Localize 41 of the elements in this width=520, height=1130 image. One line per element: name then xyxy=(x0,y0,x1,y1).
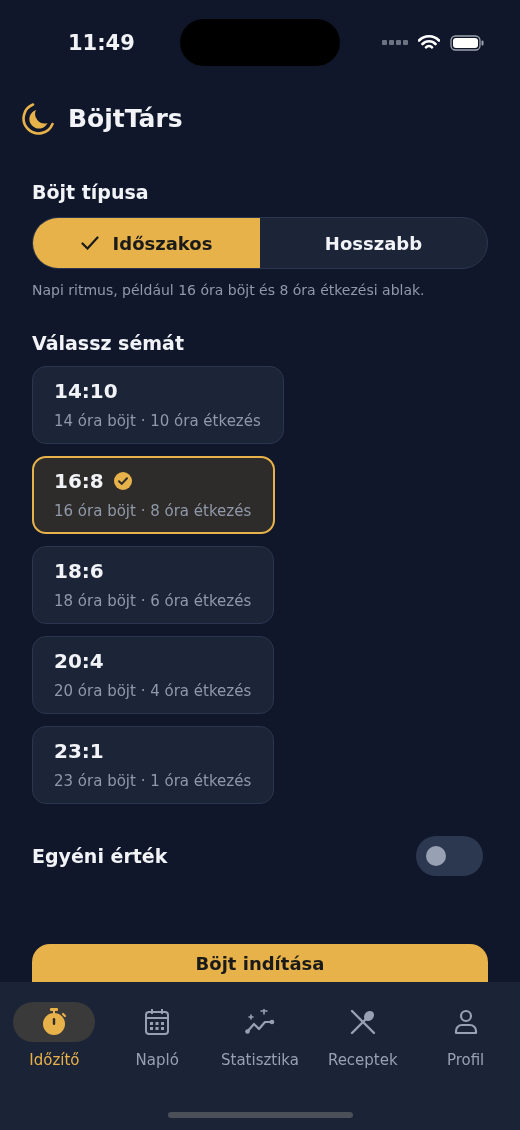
status-time: 11:49 xyxy=(68,30,136,55)
tab-bar-item[interactable]: Receptek xyxy=(311,1002,415,1069)
person-icon xyxy=(453,1009,478,1035)
plan-detail: 18 óra böjt · 6 óra étkezés xyxy=(54,592,252,610)
fork-spoon-icon xyxy=(349,1009,376,1035)
plan-card[interactable]: 14:10 14 óra böjt · 10 óra étkezés xyxy=(32,366,284,444)
tab-bar-item[interactable]: Statisztika xyxy=(208,1002,312,1069)
plan-detail: 14 óra böjt · 10 óra étkezés xyxy=(54,412,261,430)
signal-icon xyxy=(382,39,408,46)
battery-icon xyxy=(450,34,484,51)
plan-ratio: 14:10 xyxy=(54,379,118,403)
plan-ratio: 23:1 xyxy=(54,739,104,763)
sparkle-chart-icon xyxy=(245,1009,275,1035)
app-title: BöjtTárs xyxy=(68,103,183,133)
check-circle-icon xyxy=(113,472,132,490)
plan-card[interactable]: 20:4 20 óra böjt · 4 óra étkezés xyxy=(32,636,275,714)
plan-card[interactable]: 23:1 23 óra böjt · 1 óra étkezés xyxy=(32,726,275,804)
segment-tab[interactable]: Hosszabb xyxy=(260,218,487,268)
toggle-label: Egyéni érték xyxy=(32,845,168,867)
type-description: Napi ritmus, például 16 óra böjt és 8 óra étkezési ablak. xyxy=(32,282,426,298)
segment-tab[interactable]: Időszakos xyxy=(33,218,260,268)
tab-bar-item[interactable]: Napló xyxy=(105,1002,209,1069)
plan-ratio: 20:4 xyxy=(54,649,104,673)
plan-card[interactable]: 16:8 16 óra böjt · 8 óra étkezés xyxy=(32,456,276,534)
moon-icon xyxy=(22,101,56,135)
plan-detail: 16 óra böjt · 8 óra étkezés xyxy=(54,502,252,520)
plan-ratio: 18:6 xyxy=(54,559,104,583)
section-heading: Válassz sémát xyxy=(32,332,185,354)
toggle-switch[interactable] xyxy=(416,836,483,876)
section-heading: Böjt típusa xyxy=(32,181,150,203)
plan-ratio: 16:8 xyxy=(54,469,104,493)
stopwatch-icon xyxy=(41,1008,68,1036)
plan-detail: 23 óra böjt · 1 óra étkezés xyxy=(54,772,252,790)
calendar-icon xyxy=(144,1008,171,1036)
plan-card[interactable]: 18:6 18 óra böjt · 6 óra étkezés xyxy=(32,546,275,624)
wifi-icon xyxy=(418,34,440,51)
start-fast-button[interactable]: Böjt indítása xyxy=(32,944,488,982)
tab-bar-item[interactable]: Profil xyxy=(414,1002,517,1069)
tab-bar-item[interactable]: Időzítő xyxy=(3,1002,106,1069)
check-icon xyxy=(80,236,99,250)
plan-detail: 20 óra böjt · 4 óra étkezés xyxy=(54,682,252,700)
